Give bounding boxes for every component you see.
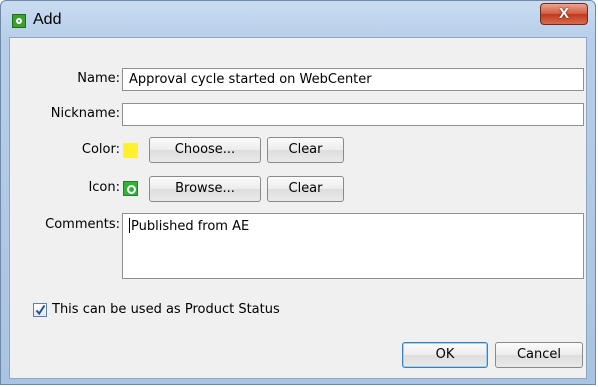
close-button[interactable]: X <box>540 3 588 25</box>
icon-label: Icon: <box>88 180 120 195</box>
add-dialog: Add X Name: Approval cycle started on We… <box>0 0 596 385</box>
color-swatch <box>123 143 138 158</box>
text-caret <box>129 218 130 233</box>
name-field[interactable]: Approval cycle started on WebCenter <box>122 68 584 91</box>
product-status-label[interactable]: This can be used as Product Status <box>52 302 280 317</box>
clear-icon-button[interactable]: Clear <box>267 176 344 202</box>
clear-color-button[interactable]: Clear <box>267 137 344 163</box>
status-icon <box>123 181 138 196</box>
checkmark-icon <box>35 304 46 316</box>
app-icon <box>12 14 26 28</box>
product-status-checkbox[interactable] <box>33 303 47 317</box>
comments-text: Published from AE <box>131 219 250 234</box>
dialog-title: Add <box>33 11 62 28</box>
cancel-button[interactable]: Cancel <box>495 342 583 368</box>
name-label: Name: <box>77 71 120 86</box>
nickname-field[interactable] <box>122 103 584 126</box>
dialog-content: Name: Approval cycle started on WebCente… <box>9 37 587 379</box>
nickname-label: Nickname: <box>50 106 120 121</box>
choose-color-button[interactable]: Choose... <box>149 137 261 163</box>
comments-label: Comments: <box>45 217 120 232</box>
comments-textarea[interactable]: Published from AE <box>122 213 584 279</box>
browse-icon-button[interactable]: Browse... <box>149 176 261 202</box>
ok-button[interactable]: OK <box>402 342 488 368</box>
title-bar[interactable]: Add X <box>1 1 595 37</box>
color-label: Color: <box>81 142 120 157</box>
